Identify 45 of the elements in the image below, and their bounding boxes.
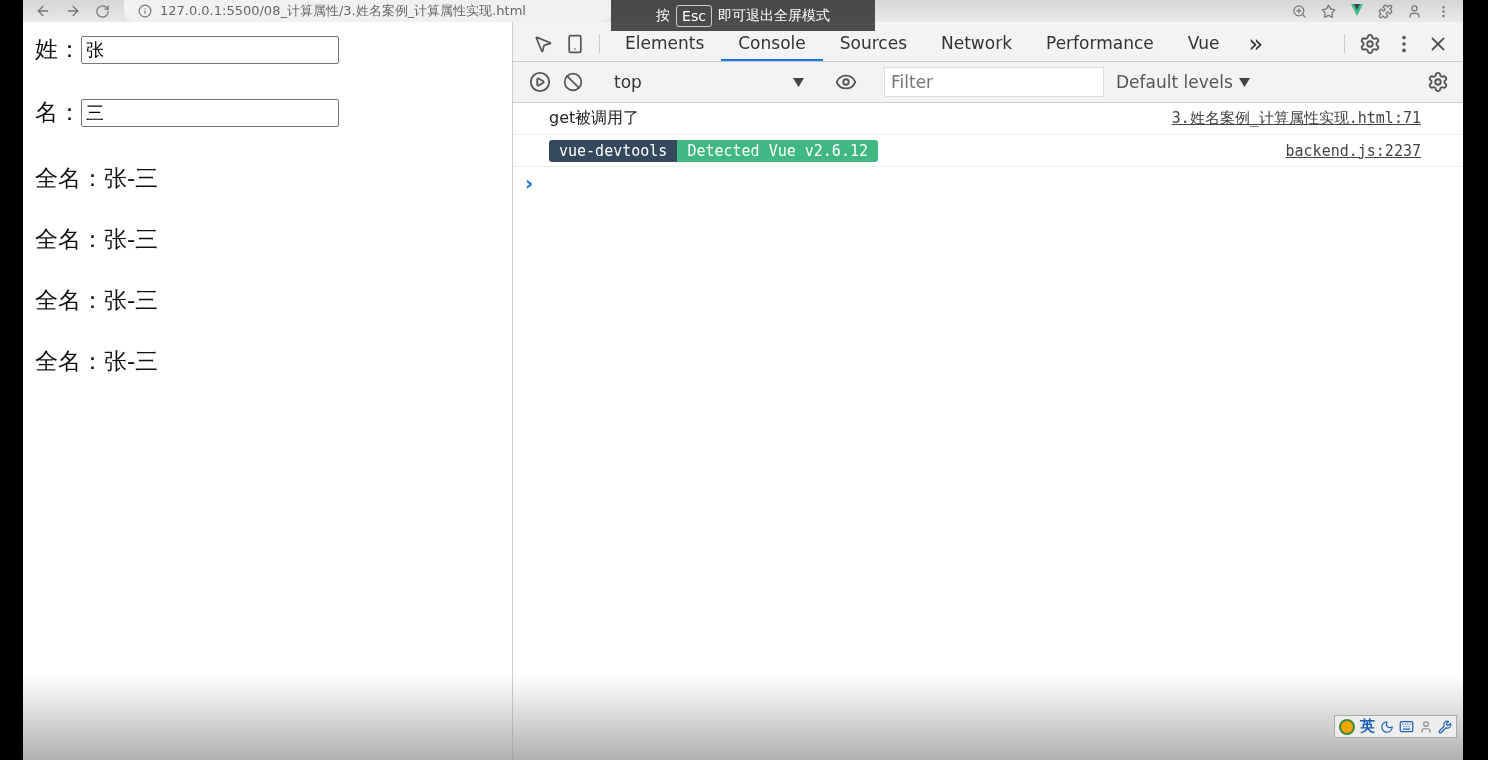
moon-icon[interactable]: [1380, 719, 1394, 734]
filter-field[interactable]: Filter: [884, 67, 1104, 97]
source-link[interactable]: 3.姓名案例_计算属性实现.html:71: [1171, 109, 1421, 128]
devtools-tab[interactable]: Elements: [608, 26, 722, 61]
source-link[interactable]: backend.js:2237: [1285, 141, 1421, 160]
url-text: 127.0.0.1:5500/08_计算属性/3.姓名案例_计算属性实现.html: [160, 2, 526, 20]
esc-key: Esc: [676, 4, 712, 27]
puzzle-icon[interactable]: [1378, 3, 1393, 19]
notice-text: 按: [656, 6, 671, 25]
address-bar[interactable]: 127.0.0.1:5500/08_计算属性/3.姓名案例_计算属性实现.html: [124, 0, 612, 22]
wrench-icon[interactable]: [1438, 719, 1452, 734]
field-label: 姓：: [35, 35, 81, 64]
prompt-caret[interactable]: ›: [525, 171, 1463, 195]
back-icon[interactable]: [35, 3, 51, 19]
full-name-text: 全名：张-三: [35, 225, 160, 254]
devtools-tab[interactable]: Network: [924, 26, 1029, 61]
ime-language[interactable]: 英: [1360, 717, 1375, 736]
message-badge: Detected Vue v2.6.12: [677, 139, 878, 162]
caret-icon: [793, 77, 804, 87]
name-input[interactable]: 三: [81, 98, 339, 127]
keyboard-icon[interactable]: [1399, 719, 1414, 734]
notice-text: 即可退出全屏模式: [717, 6, 830, 25]
name-input[interactable]: 张: [81, 35, 339, 64]
devtools-tab[interactable]: Vue: [1170, 26, 1237, 61]
forward-icon[interactable]: [65, 3, 81, 19]
full-name-text: 全名：张-三: [35, 164, 160, 193]
reload-icon[interactable]: [95, 3, 110, 19]
profile-icon[interactable]: [1407, 3, 1422, 19]
context-select[interactable]: top: [606, 72, 812, 92]
star-icon[interactable]: [1321, 3, 1336, 19]
levels-dropdown[interactable]: Default levels: [1104, 72, 1262, 92]
extension-icon[interactable]: [1350, 4, 1364, 18]
zoom-icon[interactable]: [1292, 3, 1307, 19]
caret-icon: [1238, 77, 1250, 87]
info-icon[interactable]: [138, 4, 152, 18]
full-name-text: 全名：张-三: [35, 286, 160, 315]
devtools-tab[interactable]: Performance: [1029, 26, 1171, 61]
field-label: 名：: [35, 98, 81, 127]
more-tabs-button[interactable]: »: [1236, 26, 1276, 61]
message-text: get被调用了: [549, 108, 640, 129]
full-name-text: 全名：张-三: [35, 347, 160, 376]
user-icon[interactable]: [1419, 719, 1433, 734]
ime-logo-icon[interactable]: [1339, 718, 1355, 735]
message-badge: vue-devtools: [549, 139, 678, 162]
devtools-tab[interactable]: Sources: [822, 26, 924, 61]
